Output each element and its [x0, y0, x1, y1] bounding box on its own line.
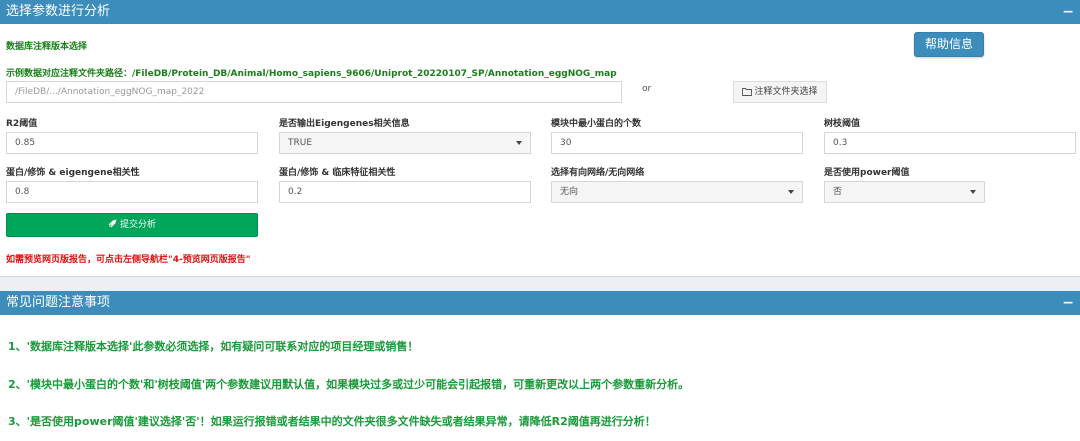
- report-preview-note: 如需预览网页版报告，可点击左侧导航栏"4-预览网页版报告": [6, 255, 251, 265]
- eigengenes-label: 是否输出Eigengenes相关信息: [279, 119, 410, 129]
- chevron-down-icon: [970, 190, 976, 194]
- submit-analysis-button[interactable]: 提交分析: [6, 213, 258, 237]
- parameter-panel-title: 选择参数进行分析: [6, 4, 111, 19]
- parameter-panel-header: 选择参数进行分析 −: [0, 0, 1080, 24]
- collapse-button[interactable]: −: [1062, 291, 1074, 315]
- rocket-icon: [108, 219, 117, 228]
- db-version-label: 数据库注释版本选择: [6, 42, 88, 52]
- help-button[interactable]: 帮助信息: [914, 32, 984, 57]
- min-module-input[interactable]: 30: [551, 132, 803, 154]
- tree-cut-label: 树枝阈值: [824, 119, 861, 129]
- min-module-label: 模块中最小蛋白的个数: [551, 119, 642, 129]
- chevron-down-icon: [788, 190, 794, 194]
- protein-eigengene-label: 蛋白/修饰 & eigengene相关性: [6, 168, 140, 178]
- faq-panel-title: 常见问题注意事项: [6, 295, 111, 310]
- parameter-panel: 选择参数进行分析 − 数据库注释版本选择 帮助信息 示例数据对应注释文件夹路径：…: [0, 0, 1080, 277]
- faq-item: 3、'是否使用power阈值'建议选择'否'！如果运行报错或者结果中的文件夹很多…: [8, 415, 656, 428]
- faq-item: 1、'数据库注释版本选择'此参数必须选择，如有疑问可联系对应的项目经理或销售！: [8, 340, 419, 353]
- collapse-button[interactable]: −: [1062, 0, 1074, 24]
- eigengenes-select[interactable]: TRUE: [279, 132, 531, 154]
- tree-cut-input[interactable]: 0.3: [824, 132, 1076, 154]
- r2-label: R2阈值: [6, 119, 38, 129]
- power-threshold-select[interactable]: 否: [824, 181, 985, 203]
- annotation-path-input[interactable]: /FileDB/.../Annotation_eggNOG_map_2022: [6, 81, 622, 103]
- network-type-select[interactable]: 无向: [551, 181, 803, 203]
- power-threshold-label: 是否使用power阈值: [824, 168, 910, 178]
- r2-input[interactable]: 0.85: [6, 132, 258, 154]
- or-text: or: [642, 84, 652, 94]
- protein-clinical-label: 蛋白/修饰 & 临床特征相关性: [279, 168, 396, 178]
- network-type-value: 无向: [560, 187, 579, 197]
- chevron-down-icon: [516, 141, 522, 145]
- folder-icon: [742, 88, 753, 96]
- folder-select-button[interactable]: 注释文件夹选择: [733, 81, 827, 103]
- network-type-label: 选择有向网络/无向网络: [551, 168, 645, 178]
- folder-button-label: 注释文件夹选择: [754, 87, 818, 97]
- faq-item: 2、'模块中最小蛋白的个数'和'树枝阈值'两个参数建议用默认值，如果模块过多或过…: [8, 378, 690, 391]
- protein-clinical-input[interactable]: 0.2: [279, 181, 531, 203]
- eigengenes-value: TRUE: [288, 138, 313, 148]
- submit-button-label: 提交分析: [119, 220, 156, 230]
- protein-eigengene-input[interactable]: 0.8: [6, 181, 258, 203]
- faq-panel-header: 常见问题注意事项 −: [0, 291, 1080, 315]
- power-threshold-value: 否: [833, 187, 843, 197]
- example-path-label: 示例数据对应注释文件夹路径：/FileDB/Protein_DB/Animal/…: [6, 69, 617, 79]
